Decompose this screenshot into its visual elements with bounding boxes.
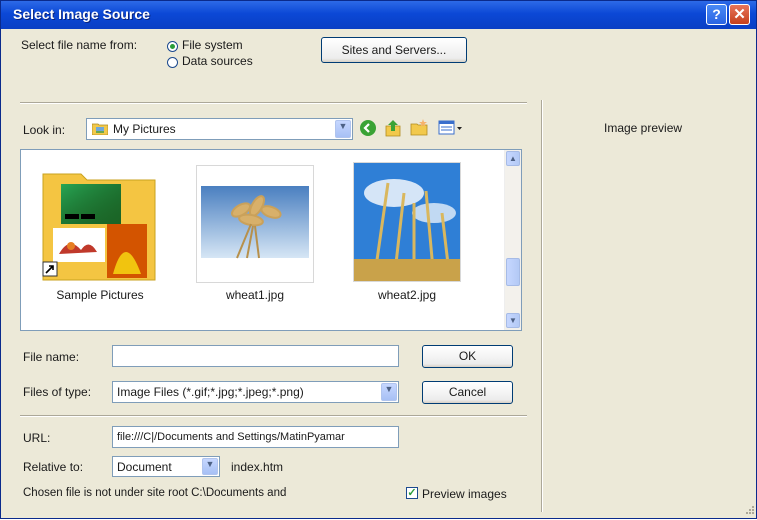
scroll-down-icon[interactable]: ▼ — [506, 313, 520, 328]
relative-to-dropdown[interactable]: Document ▼ — [112, 456, 220, 477]
preview-divider — [541, 100, 543, 512]
radio-data-sources[interactable] — [167, 57, 178, 68]
look-in-value: My Pictures — [113, 122, 176, 136]
wheat2-thumbnail — [354, 163, 460, 281]
view-menu-icon[interactable] — [438, 119, 464, 137]
back-icon[interactable] — [359, 119, 377, 137]
relative-to-value: Document — [117, 460, 172, 474]
help-button[interactable]: ? — [706, 4, 727, 25]
scroll-thumb[interactable] — [506, 258, 520, 286]
up-one-level-icon[interactable] — [384, 118, 402, 137]
title-bar[interactable]: Select Image Source ? ✕ — [1, 1, 756, 29]
list-item[interactable] — [353, 162, 461, 282]
file-caption: wheat1.jpg — [225, 288, 285, 302]
site-root-warning: Chosen file is not under site root C:\Do… — [23, 487, 287, 499]
radio-data-sources-label[interactable]: Data sources — [182, 54, 253, 68]
close-button[interactable]: ✕ — [729, 4, 750, 25]
url-field[interactable]: file:///C|/Documents and Settings/MatinP… — [112, 426, 399, 448]
file-name-label: File name: — [23, 350, 80, 364]
select-file-name-from-label: Select file name from: — [21, 38, 138, 52]
cancel-button[interactable]: Cancel — [422, 381, 513, 404]
file-name-input[interactable] — [112, 345, 399, 367]
list-item[interactable] — [196, 165, 314, 283]
preview-images-label[interactable]: Preview images — [422, 487, 507, 501]
url-label: URL: — [23, 431, 51, 445]
sample-pictures-folder-icon — [42, 173, 156, 281]
my-pictures-folder-icon — [91, 122, 109, 136]
preview-images-checkbox[interactable]: ✓ — [406, 487, 418, 499]
sites-and-servers-button[interactable]: Sites and Servers... — [321, 37, 467, 63]
files-of-type-dropdown[interactable]: Image Files (*.gif;*.jpg;*.jpeg;*.png) ▼ — [112, 381, 399, 403]
resize-grip-icon[interactable] — [743, 505, 755, 517]
files-of-type-label: Files of type: — [23, 385, 92, 399]
dialog-title: Select Image Source — [13, 6, 150, 22]
file-caption: wheat2.jpg — [377, 288, 437, 302]
relative-page: index.htm — [231, 460, 284, 474]
files-of-type-value: Image Files (*.gif;*.jpg;*.jpeg;*.png) — [117, 385, 304, 399]
file-list[interactable]: Sample Pictures wheat1.jpg wheat2.jpg ▲ … — [20, 149, 522, 331]
image-preview-label: Image preview — [604, 121, 683, 135]
new-folder-icon[interactable] — [409, 118, 429, 137]
look-in-dropdown[interactable]: My Pictures ▼ — [86, 118, 353, 140]
radio-file-system-label[interactable]: File system — [182, 38, 243, 52]
file-caption: Sample Pictures — [56, 288, 144, 302]
wheat1-thumbnail — [201, 186, 309, 259]
chevron-down-icon[interactable]: ▼ — [202, 458, 218, 475]
select-image-source-dialog: Select Image Source ? ✕ Select file name… — [0, 0, 757, 519]
chevron-down-icon[interactable]: ▼ — [381, 383, 397, 401]
bottom-separator — [20, 415, 527, 417]
look-in-label: Look in: — [23, 123, 66, 137]
scroll-up-icon[interactable]: ▲ — [506, 151, 520, 166]
vertical-scrollbar[interactable]: ▲ ▼ — [504, 150, 521, 330]
ok-button[interactable]: OK — [422, 345, 513, 368]
chevron-down-icon[interactable]: ▼ — [335, 120, 351, 138]
relative-to-label: Relative to: — [23, 460, 84, 474]
list-item[interactable] — [41, 166, 157, 284]
radio-file-system[interactable] — [167, 41, 178, 52]
top-separator — [20, 102, 527, 104]
